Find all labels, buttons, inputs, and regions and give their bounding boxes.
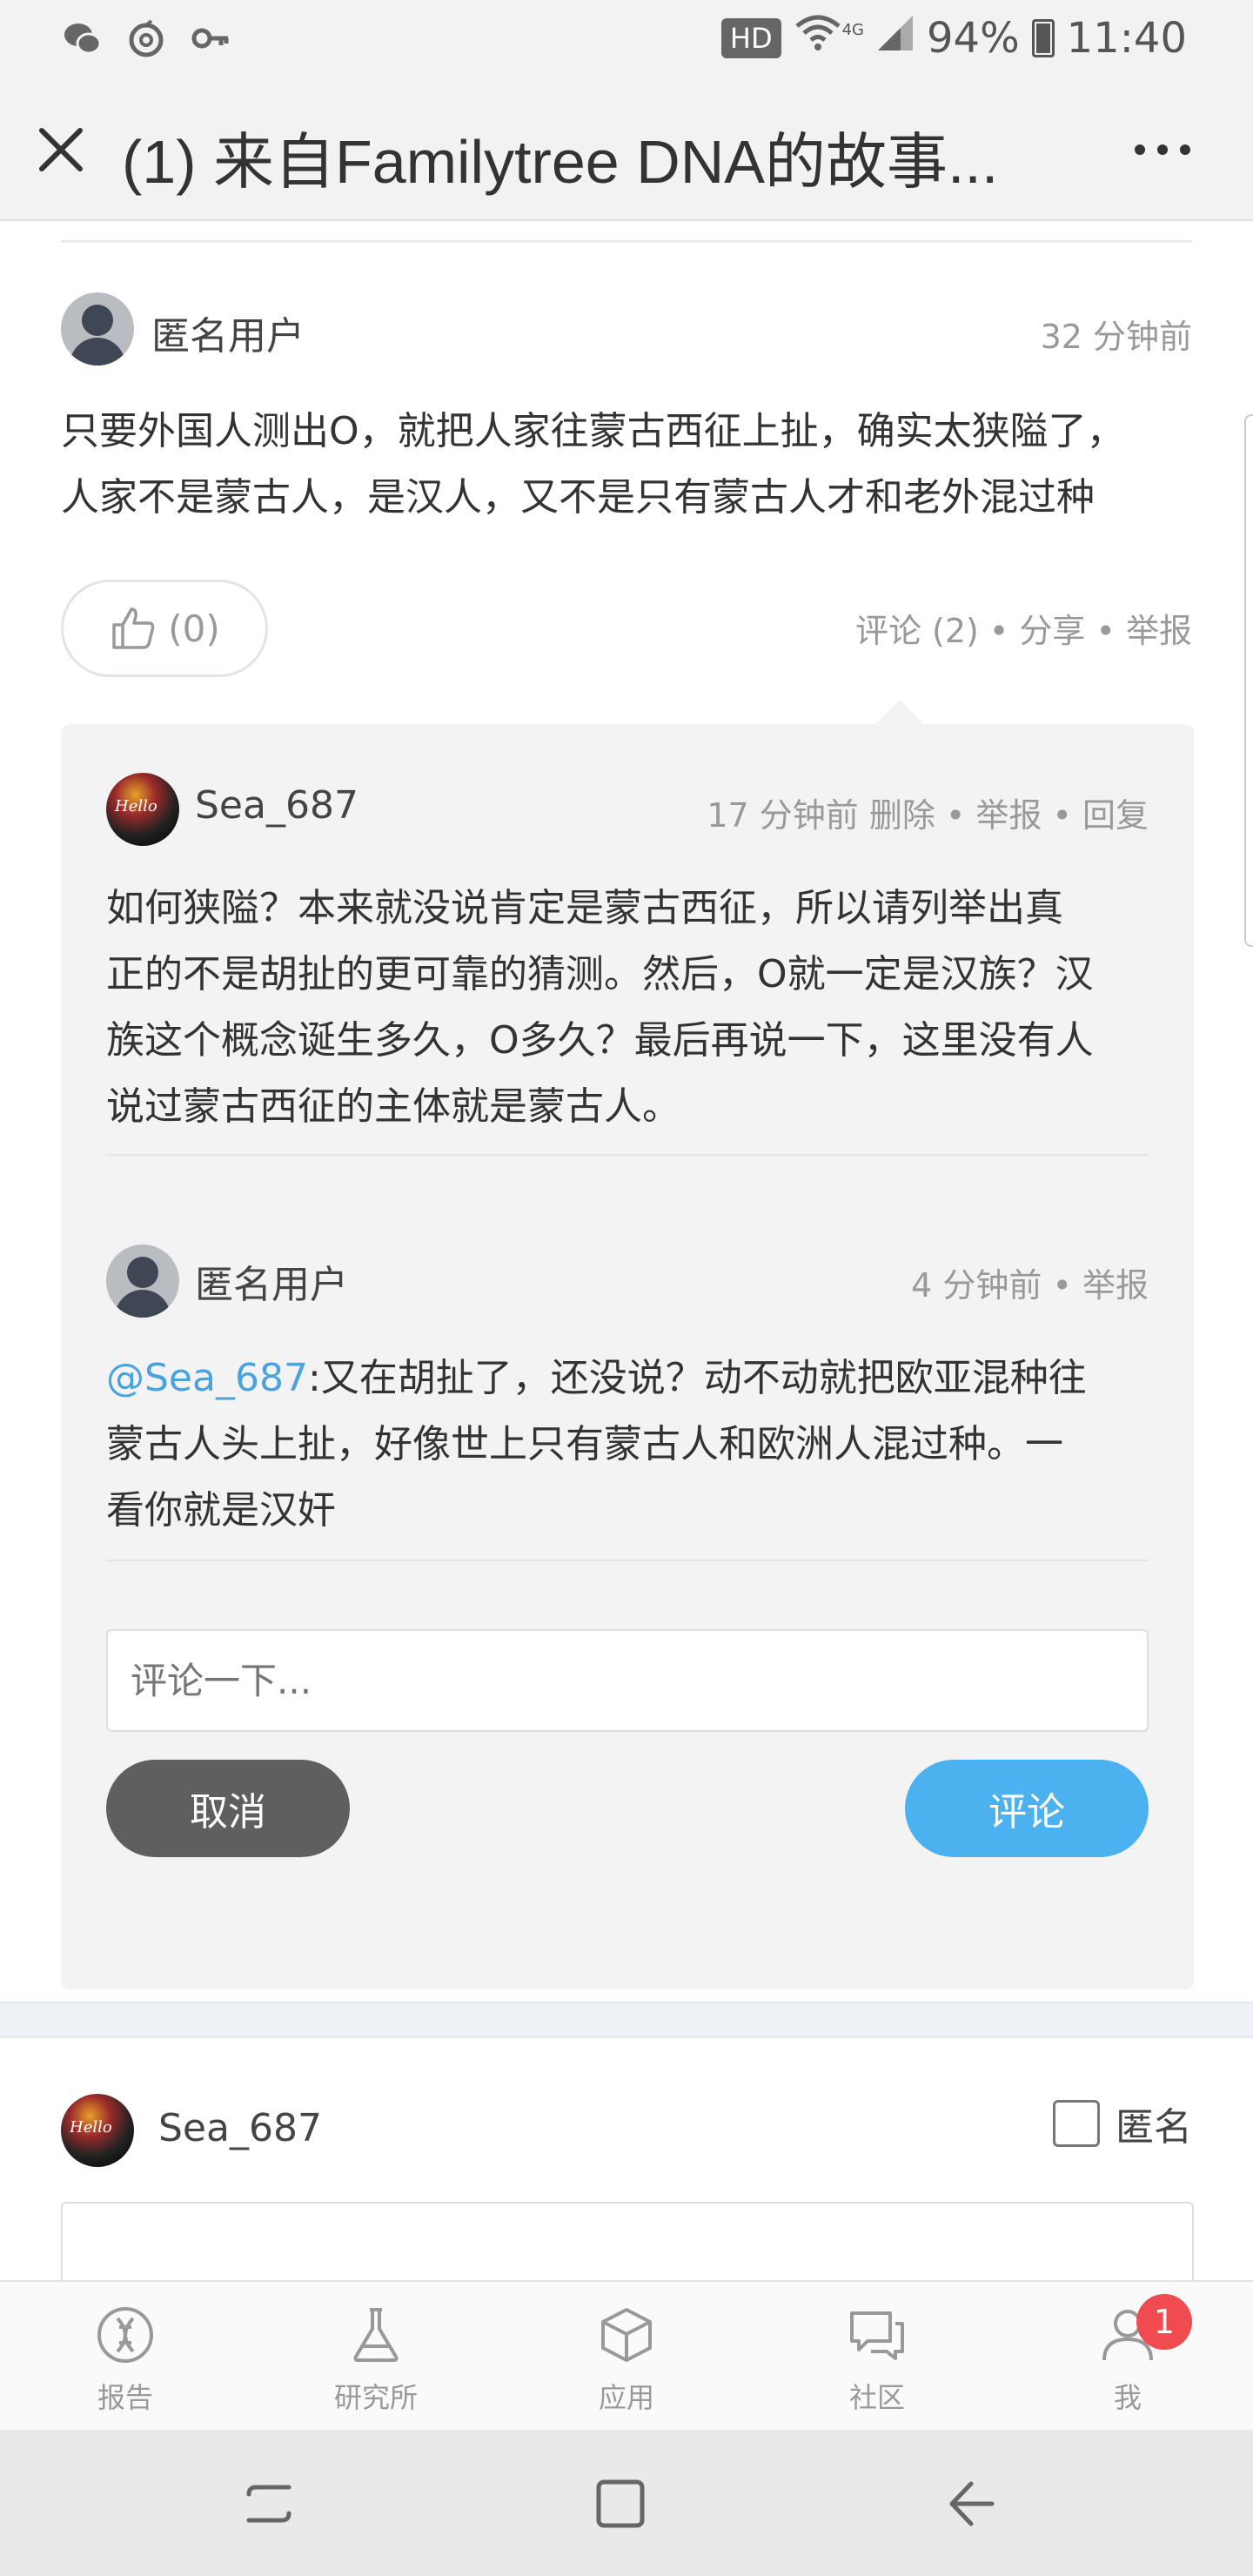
anonymous-checkbox[interactable]: 匿名: [1053, 2096, 1192, 2151]
avatar[interactable]: Hello: [106, 773, 179, 846]
mention-link[interactable]: @Sea_687: [106, 1356, 308, 1400]
post-body-line: 人家不是蒙古人，是汉人，又不是只有蒙古人才和老外混过种: [61, 475, 1095, 520]
thumbs-up-icon: [112, 607, 155, 649]
avatar[interactable]: [61, 292, 134, 366]
replies-panel: Hello Sea_687 17 分钟前 删除 • 举报 • 回复 如何狭隘？本…: [61, 700, 1194, 1989]
chat-bubbles-icon: [850, 2311, 904, 2360]
post-author[interactable]: 匿名用户: [151, 305, 305, 360]
anonymous-label: 匿名: [1116, 2105, 1192, 2150]
key-icon: [190, 17, 231, 59]
more-icon[interactable]: [1128, 122, 1197, 178]
reply-author[interactable]: 匿名用户: [195, 1253, 348, 1309]
avatar[interactable]: [106, 1244, 179, 1318]
submit-comment-button[interactable]: 评论: [905, 1760, 1149, 1857]
flask-icon: [353, 2308, 399, 2362]
network-type: 4G: [841, 20, 864, 39]
cube-icon: [601, 2308, 652, 2362]
system-nav-bar: [0, 2430, 1253, 2576]
app-bar: (1) 来自Familytree DNA的故事...: [0, 78, 1253, 221]
divider: [106, 1154, 1149, 1156]
status-bar: HD 4G 94% 11:40: [0, 0, 1253, 78]
avatar-logo-text: Hello: [70, 2118, 112, 2137]
reply-meta[interactable]: 17 分钟前 删除 • 举报 • 回复: [707, 788, 1149, 836]
reply-meta[interactable]: 4 分钟前 • 举报: [911, 1258, 1149, 1306]
netease-music-icon: [125, 17, 167, 59]
nav-label: 社区: [848, 2381, 905, 2414]
checkbox-icon[interactable]: [1053, 2100, 1100, 2147]
post-body-line: 只要外国人测出O，就把人家往蒙古西征上扯，确实太狭隘了，: [61, 409, 1125, 453]
nav-label: 报告: [97, 2381, 153, 2414]
reply-body: 如何狭隘？本来就没说肯定是蒙古西征，所以请列举出真 正的不是胡扯的更可靠的猜测。…: [106, 875, 1159, 1140]
nav-item-report[interactable]: 报告: [0, 2282, 251, 2430]
clock: 11:40: [1066, 14, 1187, 63]
reply-body-line: 蒙古人头上扯，好像世上只有蒙古人和欧洲人混过种。一: [106, 1422, 1063, 1466]
post-body: 只要外国人测出O，就把人家往蒙古西征上扯，确实太狭隘了， 人家不是蒙古人，是汉人…: [61, 399, 1209, 531]
reply-body-line: 说过蒙古西征的主体就是蒙古人。: [106, 1084, 680, 1129]
status-left-icons: [61, 17, 231, 59]
reply-body-line: 如何狭隘？本来就没说肯定是蒙古西征，所以请列举出真: [106, 886, 1063, 930]
divider: [106, 1560, 1149, 1561]
reply-body-line: 正的不是胡扯的更可靠的猜测。然后，O就一定是汉族？汉: [106, 952, 1094, 996]
nav-label: 研究所: [333, 2381, 418, 2414]
reply-body: @Sea_687:又在胡扯了，还没说？动不动就把欧亚混种往 蒙古人头上扯，好像世…: [106, 1345, 1159, 1544]
cancel-button[interactable]: 取消: [106, 1760, 350, 1857]
nav-label: 应用: [598, 2381, 654, 2414]
like-count: (0): [168, 607, 220, 650]
page-title: (1) 来自Familytree DNA的故事...: [122, 128, 999, 196]
content-area: 匿名用户 32 分钟前 只要外国人测出O，就把人家往蒙古西征上扯，确实太狭隘了，…: [0, 221, 1253, 2280]
reply-author[interactable]: Sea_687: [195, 783, 358, 828]
composer-author: Sea_687: [158, 2106, 322, 2150]
avatar-logo-text: Hello: [115, 797, 157, 815]
signal-icon: [876, 14, 915, 63]
nav-item-community[interactable]: 社区: [752, 2282, 1002, 2430]
nav-item-apps[interactable]: 应用: [501, 2282, 752, 2430]
scroll-handle[interactable]: [1244, 414, 1253, 947]
like-button[interactable]: (0): [61, 580, 268, 677]
reply-body-line: @Sea_687:又在胡扯了，还没说？动不动就把欧亚混种往: [106, 1345, 1159, 1412]
dna-report-icon: [97, 2307, 153, 2363]
bottom-nav: 报告 研究所 应用 社区 我 1: [0, 2280, 1253, 2430]
notification-badge: 1: [1136, 2294, 1192, 2350]
section-separator: [0, 2002, 1253, 2038]
nav-item-institute[interactable]: 研究所: [251, 2282, 501, 2430]
wifi-icon: [794, 12, 842, 64]
recent-apps-icon[interactable]: [238, 2473, 299, 2534]
close-icon[interactable]: [33, 122, 89, 178]
avatar[interactable]: Hello: [61, 2094, 134, 2167]
battery-percent: 94%: [926, 14, 1020, 63]
reply-body-line: 看你就是汉奸: [106, 1488, 336, 1533]
home-icon[interactable]: [590, 2473, 651, 2534]
status-right: HD 4G 94% 11:40: [720, 12, 1187, 64]
comment-input[interactable]: [106, 1629, 1149, 1732]
nav-label: 我: [1113, 2381, 1142, 2414]
nav-item-me[interactable]: 我 1: [1002, 2282, 1253, 2430]
reply-text: :又在胡扯了，还没说？动不动就把欧亚混种往: [307, 1356, 1087, 1400]
post-time: 32 分钟前: [1040, 318, 1192, 356]
hd-badge: HD: [720, 18, 781, 58]
battery-icon: [1031, 19, 1055, 57]
new-comment-field[interactable]: [61, 2202, 1194, 2280]
wechat-icon: [61, 17, 103, 59]
post-actions[interactable]: 评论 (2) • 分享 • 举报: [855, 604, 1192, 652]
reply-notch: [874, 700, 926, 726]
reply-body-line: 族这个概念诞生多久，O多久？最后再说一下，这里没有人: [106, 1018, 1094, 1063]
back-icon[interactable]: [941, 2473, 1002, 2534]
divider: [61, 240, 1192, 243]
